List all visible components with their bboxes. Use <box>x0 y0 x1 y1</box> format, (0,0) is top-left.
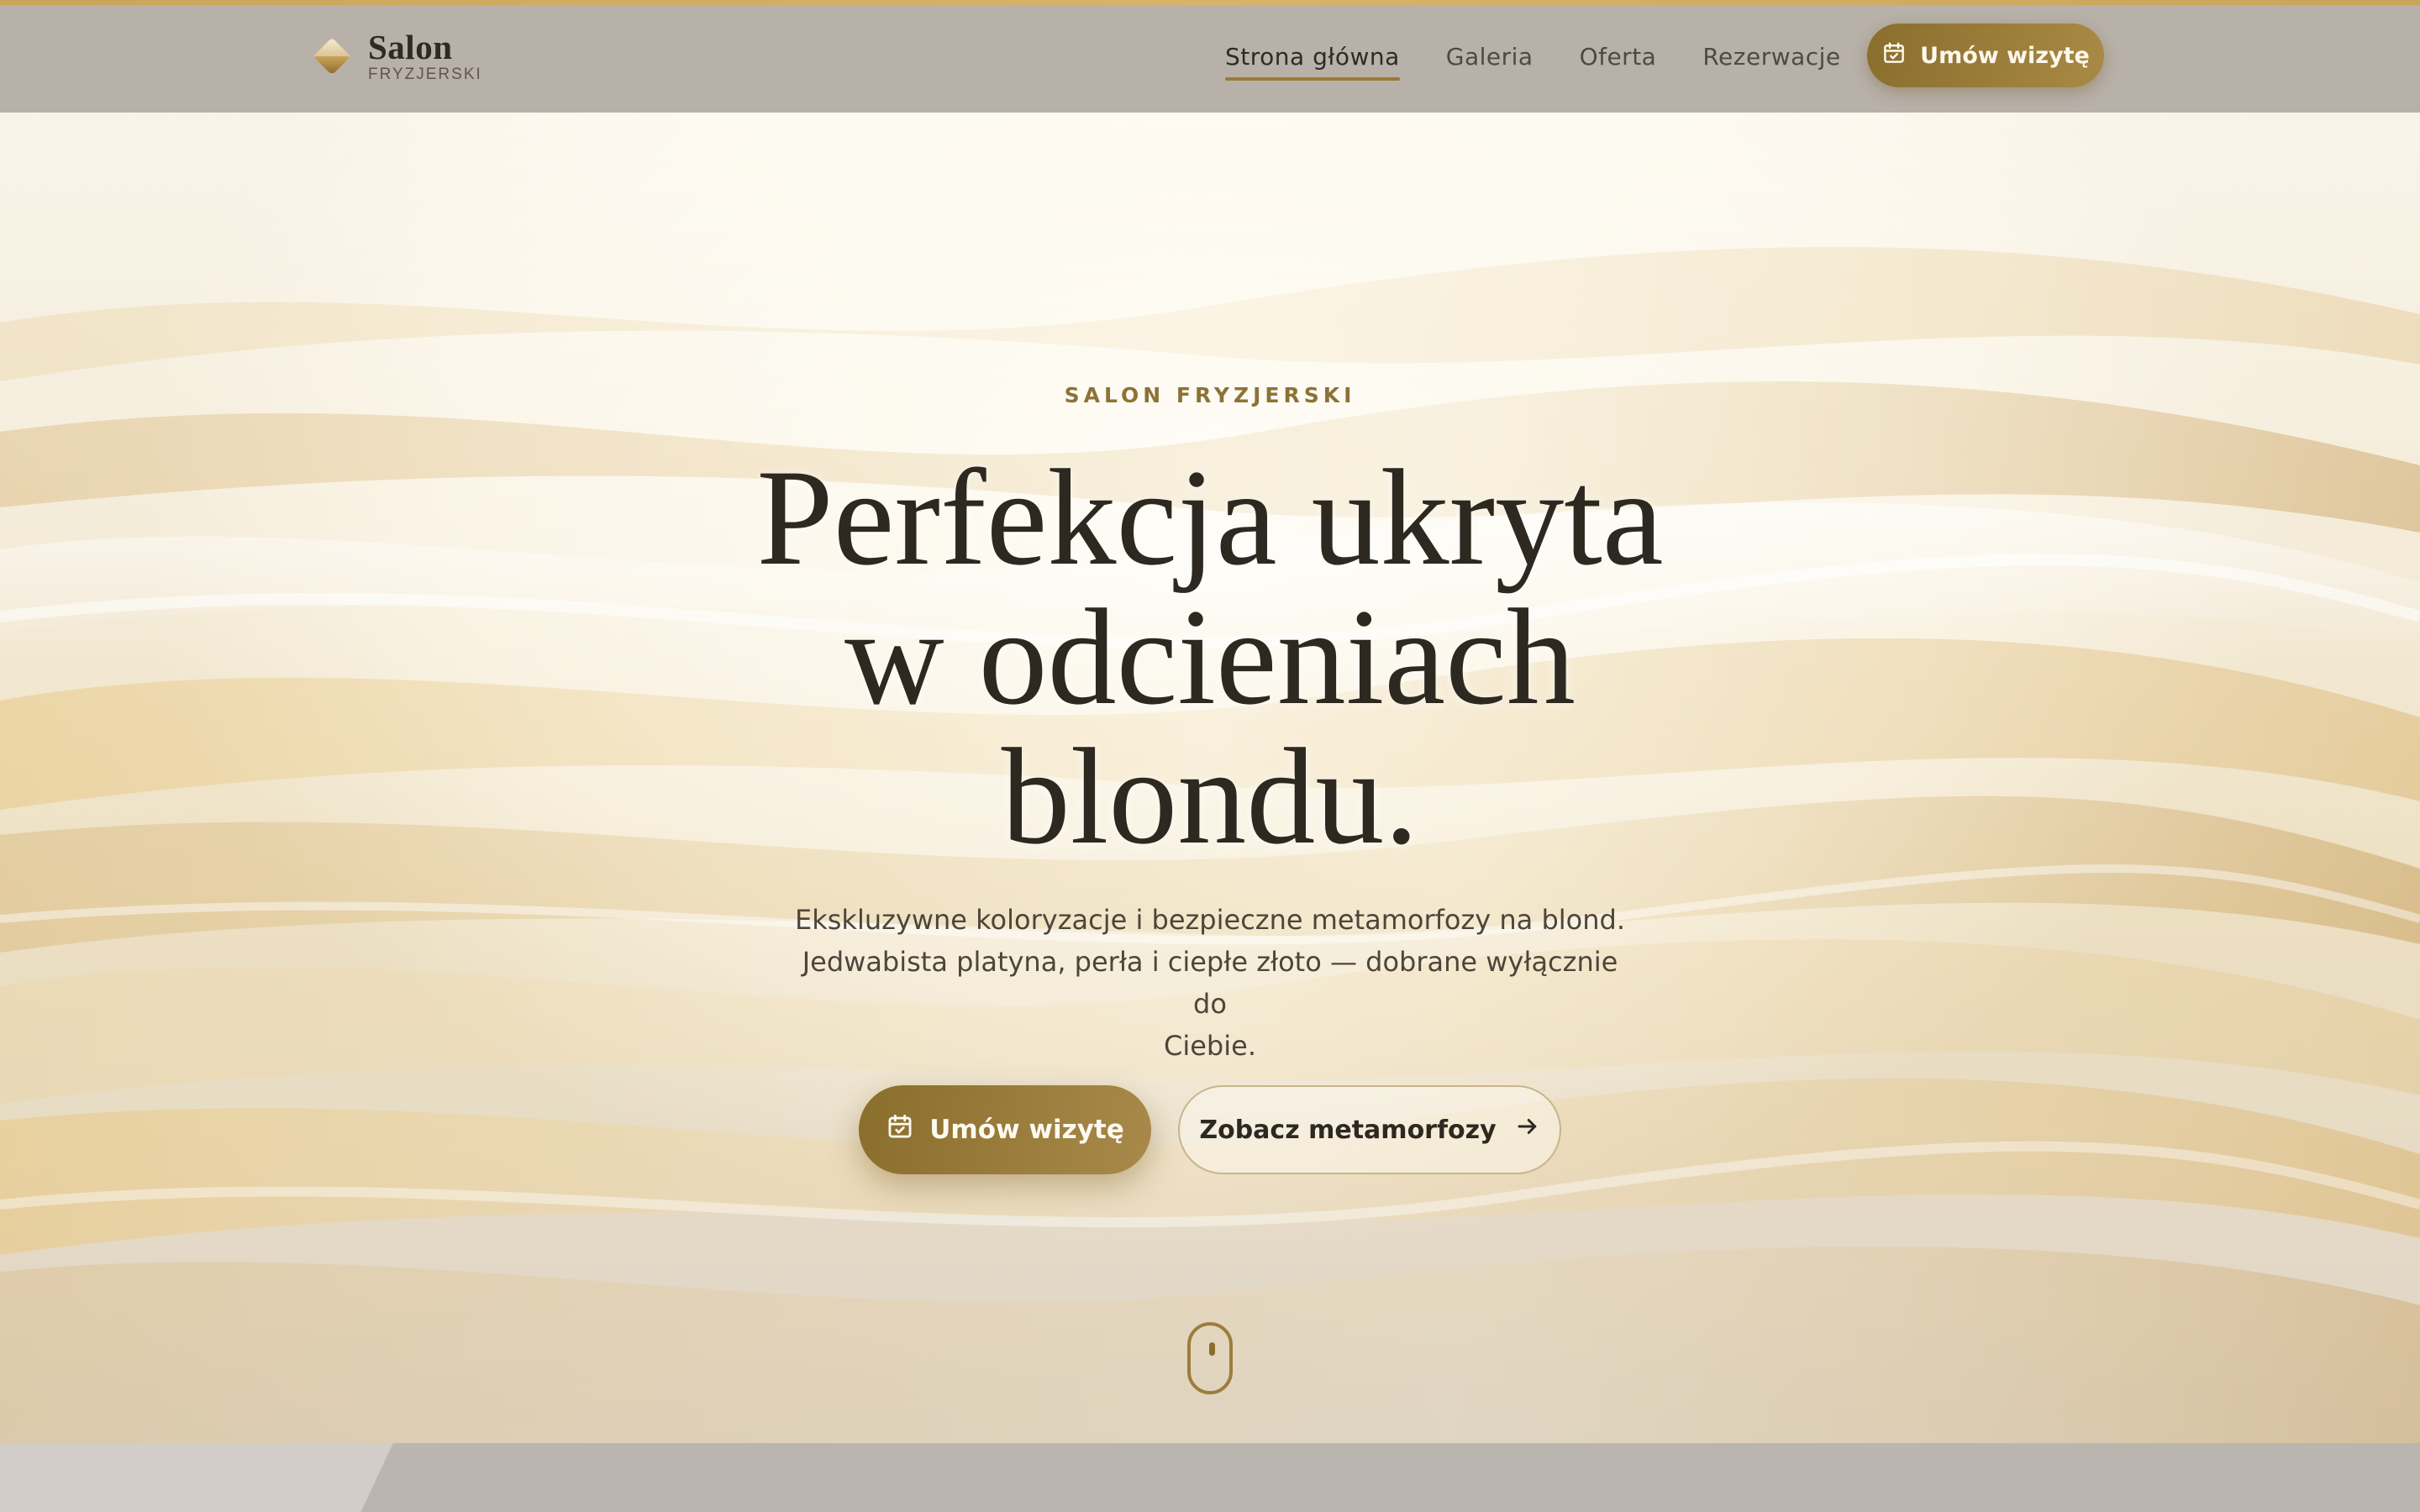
book-appointment-button[interactable]: Umów wizytę <box>859 1085 1151 1174</box>
next-section-edge <box>0 1443 2420 1512</box>
book-appointment-label: Umów wizytę <box>929 1115 1124 1145</box>
header-book-appointment-button[interactable]: Umów wizytę <box>1867 24 2104 87</box>
calendar-check-icon <box>1881 40 1907 71</box>
see-makeovers-label: Zobacz metamorfozy <box>1199 1115 1497 1145</box>
nav-item-gallery[interactable]: Galeria <box>1446 34 1534 81</box>
hero-lead-line-2: Jedwabista platyna, perła i ciepłe złoto… <box>802 946 1618 1020</box>
hero-headline-line-1: Perfekcja ukryta <box>756 442 1664 594</box>
main-navigation: Strona główna Galeria Oferta Rezerwacje <box>1225 34 1887 81</box>
brand-name: Salon <box>368 28 453 66</box>
nav-item-home[interactable]: Strona główna <box>1225 34 1400 81</box>
brand-subtitle: FRYZJERSKI <box>368 66 482 83</box>
calendar-check-icon <box>886 1112 914 1147</box>
header-book-appointment-label: Umów wizytę <box>1920 42 2090 69</box>
site-header: Salon FRYZJERSKI Strona główna Galeria O… <box>0 0 2420 113</box>
hero-lead-line-3: Ciebie. <box>1164 1030 1256 1062</box>
nav-item-reservations[interactable]: Rezerwacje <box>1702 34 1840 81</box>
arrow-right-icon <box>1515 1114 1540 1146</box>
scroll-wheel-indicator <box>1209 1342 1215 1356</box>
header-top-accent-line <box>0 0 2420 5</box>
hero-headline: Perfekcja ukryta w odcieniach blondu. <box>622 449 1798 867</box>
hero-lead-text: Ekskluzywne koloryzacje i bezpieczne met… <box>790 899 1630 1067</box>
hero-section: SALON FRYZJERSKI Perfekcja ukryta w odci… <box>0 113 2420 1443</box>
see-makeovers-button[interactable]: Zobacz metamorfozy <box>1178 1085 1561 1174</box>
nav-item-offer[interactable]: Oferta <box>1580 34 1657 81</box>
hero-lead-line-1: Ekskluzywne koloryzacje i bezpieczne met… <box>794 904 1625 936</box>
brand-logo[interactable]: Salon FRYZJERSKI <box>309 27 482 86</box>
decorative-diagonal-shape <box>0 1443 622 1512</box>
hero-headline-line-3: blondu. <box>1001 721 1419 873</box>
diamond-logo-icon <box>309 34 355 79</box>
mouse-scroll-icon[interactable] <box>1187 1322 1233 1394</box>
hero-headline-line-2: w odcieniach <box>844 581 1576 733</box>
hero-eyebrow: SALON FRYZJERSKI <box>1064 383 1356 407</box>
